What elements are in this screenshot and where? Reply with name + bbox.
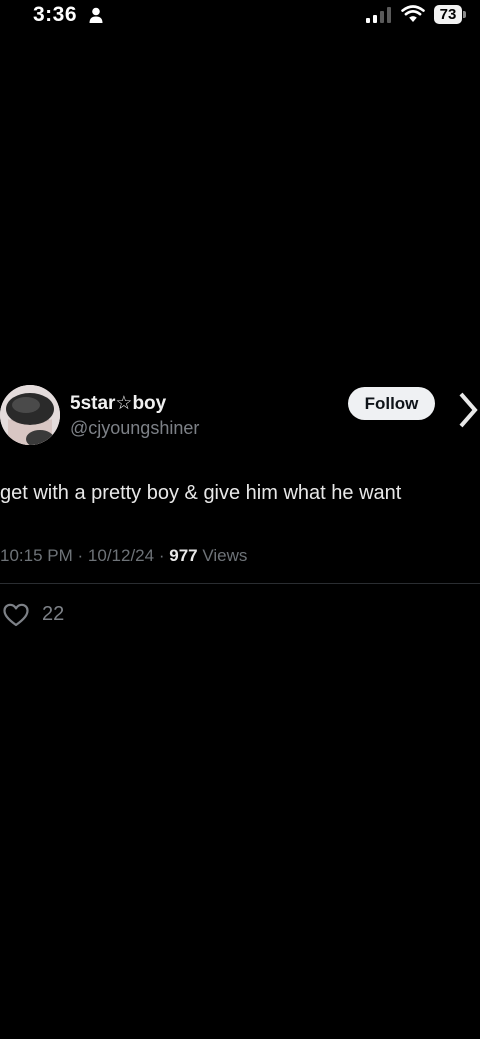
avatar-image bbox=[0, 385, 60, 445]
views-label: Views bbox=[202, 546, 248, 565]
tweet-text: get with a pretty boy & give him what he… bbox=[0, 482, 402, 504]
follow-button[interactable]: Follow bbox=[348, 387, 435, 420]
like-count: 22 bbox=[42, 603, 65, 625]
divider bbox=[0, 583, 480, 584]
wifi-icon bbox=[401, 5, 425, 22]
meta-separator: · bbox=[158, 546, 165, 565]
signal-icon bbox=[366, 7, 391, 23]
battery-icon: 73 bbox=[434, 5, 466, 24]
person-icon bbox=[89, 7, 103, 23]
user-handle[interactable]: @cjyoungshiner bbox=[70, 418, 199, 439]
meta-separator: · bbox=[77, 546, 84, 565]
chevron-right-icon[interactable] bbox=[458, 390, 480, 430]
views-count[interactable]: 977 bbox=[169, 546, 197, 565]
avatar[interactable] bbox=[0, 385, 60, 445]
battery-tip bbox=[463, 11, 466, 18]
display-name[interactable]: 5star☆boy bbox=[70, 392, 166, 415]
tweet-time[interactable]: 10:15 PM bbox=[0, 546, 73, 565]
status-bar: 3:36 73 bbox=[0, 0, 480, 32]
tweet-date[interactable]: 10/12/24 bbox=[88, 546, 154, 565]
heart-icon[interactable] bbox=[3, 603, 29, 627]
battery-level: 73 bbox=[434, 5, 462, 24]
status-time: 3:36 bbox=[33, 3, 78, 26]
tweet-meta: 10:15 PM · 10/12/24 · 977 Views bbox=[0, 546, 247, 566]
